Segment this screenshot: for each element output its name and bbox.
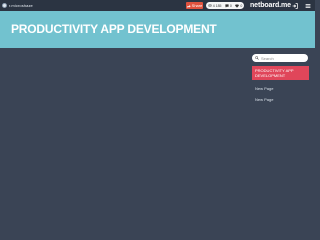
avatar	[2, 3, 7, 8]
sign-in-icon[interactable]	[291, 2, 298, 9]
page-title: PRODUCTIVITY APP DEVELOPMENT	[11, 22, 217, 36]
board-stats: 4 185 0 0	[206, 2, 244, 9]
top-bar: r.microshaze Share 4 185 0 0 netboard.me	[0, 0, 315, 11]
comment-icon	[225, 3, 229, 8]
share-icon	[187, 4, 191, 8]
nav-item-productivity-app-development[interactable]: PRODUCTIVITY APP DEVELOPMENT	[252, 66, 309, 80]
menu-icon[interactable]	[304, 2, 311, 9]
share-button[interactable]: Share	[186, 2, 203, 9]
search-box[interactable]	[252, 54, 308, 62]
search-icon	[255, 56, 259, 60]
eye-icon	[207, 4, 212, 7]
user-name: r.microshaze	[9, 3, 33, 8]
nav-item-new-page-2[interactable]: New Page	[252, 95, 309, 103]
comments-count: 0	[229, 3, 232, 8]
likes-count: 0	[240, 3, 243, 8]
brand-logo[interactable]: netboard.me	[250, 1, 291, 10]
heart-icon	[235, 3, 240, 8]
board-header: PRODUCTIVITY APP DEVELOPMENT	[0, 11, 315, 48]
page-nav: PRODUCTIVITY APP DEVELOPMENT New Page Ne…	[252, 66, 309, 106]
search-input[interactable]	[261, 54, 307, 62]
views-count: 4 185	[212, 3, 222, 8]
nav-item-new-page[interactable]: New Page	[252, 84, 309, 92]
user-menu[interactable]: r.microshaze	[2, 2, 33, 9]
views-stat: 4 185	[207, 3, 222, 8]
likes-stat[interactable]: 0	[235, 4, 242, 8]
share-label: Share	[191, 3, 203, 8]
comments-stat[interactable]: 0	[225, 4, 232, 8]
